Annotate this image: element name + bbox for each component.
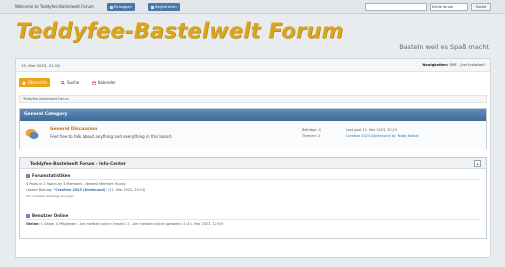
search-scope-select[interactable]: Entire forum bbox=[430, 3, 468, 11]
stats-title-text: Forumstatistiken bbox=[32, 173, 71, 178]
online-details: 1 Gäste, 0 Mitglieder - Am meisten onlin… bbox=[39, 222, 224, 226]
forum-tagline: Basteln weil es Spaß macht bbox=[399, 43, 489, 51]
category-header[interactable]: General Category bbox=[20, 109, 486, 121]
online-label: Online: bbox=[26, 222, 40, 226]
users-icon bbox=[26, 214, 30, 218]
online-summary: Online: 1 Gäste, 0 Mitglieder - Am meist… bbox=[26, 222, 480, 226]
forum-stats: Beiträge: 4 Themen: 2 bbox=[302, 127, 321, 139]
online-section-title: Benutzer Online bbox=[26, 213, 480, 220]
menu-item-search[interactable]: Suche bbox=[61, 78, 79, 87]
login-icon bbox=[110, 5, 113, 9]
user-bar: 15. Mar 2023, 21:18 Neuigkeiten: SMF - J… bbox=[16, 59, 490, 72]
register-label: Registrieren bbox=[155, 5, 177, 9]
forum-row: General Discussion Feel free to talk abo… bbox=[20, 121, 486, 149]
breadcrumb-home-link[interactable]: Teddyfee-Bastelwelt Forum bbox=[23, 97, 69, 101]
info-center-title: Teddyfee-Bastelwelt Forum - Info-Center bbox=[30, 161, 126, 166]
menu-item-calendar-label: Kalender bbox=[98, 80, 116, 85]
info-center-header: Teddyfee-Bastelwelt Forum - Info-Center … bbox=[20, 158, 486, 169]
latest-post-prefix: Letzter Beitrag: bbox=[26, 188, 54, 192]
forum-topics-count: Themen: 2 bbox=[302, 134, 321, 138]
forum-bubbles-icon bbox=[25, 129, 39, 139]
menu-item-home[interactable]: Übersicht bbox=[19, 78, 51, 87]
recent-posts-link[interactable]: Die neuesten Beiträge anzeigen bbox=[26, 194, 480, 198]
news-value: SMF - Just Installed! bbox=[449, 63, 485, 67]
breadcrumb: Teddyfee-Bastelwelt Forum bbox=[19, 95, 487, 103]
home-icon bbox=[22, 81, 26, 85]
menu-item-calendar[interactable]: Kalender bbox=[92, 78, 116, 87]
online-title-text: Benutzer Online bbox=[32, 213, 69, 218]
login-label: Einloggen bbox=[114, 5, 132, 9]
users-online-section: Benutzer Online Online: 1 Gäste, 0 Mitgl… bbox=[26, 213, 480, 226]
latest-post-date: (11. Mar 2023, 20:13) bbox=[107, 188, 146, 192]
last-post-topic-link[interactable]: Creative 2023 (Dortmund) by Teddy Bastel bbox=[346, 133, 419, 139]
collapse-toggle-icon[interactable]: ▴ bbox=[474, 160, 481, 167]
main-container: 15. Mar 2023, 21:18 Neuigkeiten: SMF - J… bbox=[15, 58, 491, 258]
latest-post-link[interactable]: "Creative 2023 (Dortmund)" bbox=[53, 188, 107, 192]
news-label: Neuigkeiten: bbox=[422, 63, 449, 67]
forum-name-link[interactable]: General Discussion bbox=[50, 127, 97, 132]
welcome-text: Welcome to Teddyfee-Bastelwelt Forum bbox=[15, 4, 94, 9]
stats-summary: 4 Posts in 2 Topics by 3 Members - Newes… bbox=[26, 182, 126, 186]
news-ticker: Neuigkeiten: SMF - Just Installed! bbox=[422, 63, 485, 67]
menu-item-home-label: Übersicht bbox=[28, 80, 48, 85]
calendar-icon bbox=[92, 81, 96, 85]
search-input[interactable] bbox=[365, 3, 427, 11]
forum-stats-section: Forumstatistiken 4 Posts in 2 Topics by … bbox=[26, 173, 480, 198]
search-submit-button[interactable]: Suche bbox=[471, 3, 491, 11]
category-box: General Category General Discussion Feel… bbox=[19, 108, 487, 149]
register-icon bbox=[151, 5, 154, 9]
current-date: 15. Mar 2023, 21:18 bbox=[21, 63, 60, 68]
search-icon bbox=[61, 81, 65, 85]
forum-description: Feel free to talk about anything and eve… bbox=[50, 134, 173, 139]
menu-item-search-label: Suche bbox=[67, 80, 80, 85]
top-bar: Welcome to Teddyfee-Bastelwelt Forum Ein… bbox=[0, 0, 505, 14]
register-button[interactable]: Registrieren bbox=[148, 3, 180, 11]
main-menu: Übersicht Suche Kalender bbox=[16, 76, 490, 88]
login-button[interactable]: Einloggen bbox=[107, 3, 135, 11]
forum-last-post: Last post 11. Mar 2023, 20:13 Creative 2… bbox=[346, 127, 419, 139]
info-center: Teddyfee-Bastelwelt Forum - Info-Center … bbox=[19, 157, 487, 239]
stats-latest-post: Letzter Beitrag: "Creative 2023 (Dortmun… bbox=[26, 188, 480, 192]
forum-logo[interactable]: Teddyfee-Bastelwelt Forum bbox=[16, 19, 344, 43]
stats-icon bbox=[26, 174, 30, 178]
site-header: Teddyfee-Bastelwelt Forum Basteln weil e… bbox=[0, 14, 505, 56]
stats-section-title: Forumstatistiken bbox=[26, 173, 480, 180]
